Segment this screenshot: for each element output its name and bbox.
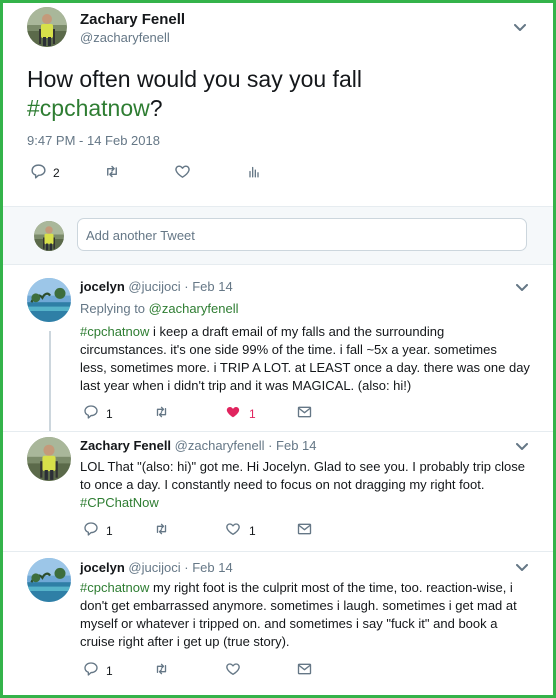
hashtag-link[interactable]: #CPChatNow: [80, 495, 159, 510]
replying-to-handle[interactable]: @zacharyfenell: [149, 301, 239, 316]
reply-author-name[interactable]: Zachary Fenell: [80, 438, 171, 453]
reply-icon[interactable]: [83, 521, 99, 537]
direct-message-icon[interactable]: [296, 404, 313, 420]
add-tweet-placeholder: Add another Tweet: [86, 228, 195, 243]
heart-icon[interactable]: [225, 521, 241, 537]
reply-author-handle[interactable]: @jucijoci: [128, 560, 180, 575]
reply-divider: [3, 431, 553, 432]
reply-text-line: my right foot is the culprit most of the…: [149, 580, 513, 595]
tweet-timestamp[interactable]: 9:47 PM - 14 Feb 2018: [27, 133, 160, 148]
direct-message-icon[interactable]: [296, 521, 313, 537]
reply-divider: [3, 551, 553, 552]
reply-count: 2: [53, 166, 60, 180]
avatar-image: [27, 278, 71, 322]
reply-text-line: i keep a draft email of my falls and the…: [149, 324, 445, 339]
author-handle[interactable]: @zacharyfenell: [80, 30, 170, 45]
reply-author-name[interactable]: jocelyn: [80, 560, 125, 575]
reply-author-handle[interactable]: @zacharyfenell: [175, 438, 265, 453]
reply-icon[interactable]: [83, 661, 99, 677]
reply-text-line: myself or whatever i tripped on. and som…: [80, 616, 498, 631]
reply-text: #cpchatnow i keep a draft email of my fa…: [80, 323, 540, 395]
reply-text-line: to once a day. I constantly need to focu…: [80, 477, 485, 492]
replying-to-label: Replying to: [80, 301, 146, 316]
chevron-down-icon[interactable]: [516, 284, 528, 292]
tweet-text-suffix: ?: [149, 95, 163, 121]
reply-text: #cpchatnow my right foot is the culprit …: [80, 579, 550, 651]
reply-author-name[interactable]: jocelyn: [80, 279, 125, 294]
reply-date[interactable]: · Feb 14: [268, 438, 316, 453]
reply-icon[interactable]: [83, 404, 99, 420]
heart-icon[interactable]: [174, 163, 191, 180]
avatar-image: [34, 221, 64, 251]
reply-count: 1: [106, 524, 113, 538]
reply-icon[interactable]: [30, 163, 47, 180]
avatar-image: [27, 437, 71, 481]
reply-header: jocelyn @jucijoci · Feb 14: [80, 279, 233, 294]
composer-avatar: [34, 221, 64, 251]
reply-date[interactable]: · Feb 14: [184, 279, 232, 294]
reply-date[interactable]: · Feb 14: [184, 560, 232, 575]
author-avatar[interactable]: [27, 7, 67, 47]
like-count: 1: [249, 524, 256, 538]
reply-header: Zachary Fenell @zacharyfenell · Feb 14: [80, 438, 317, 453]
avatar-image: [27, 7, 67, 47]
thread-connector-line: [49, 331, 51, 431]
reply-text-line: less, sometimes more. i TRIP A LOT. at L…: [80, 360, 530, 375]
reply-text-line: don't get embarrassed anymore. sometimes…: [80, 598, 517, 613]
reply-text-line: LOL That "(also: hi)" got me. Hi Jocelyn…: [80, 459, 525, 474]
reply-count: 1: [106, 407, 113, 421]
tweet-text-prefix: How often would you say you fall: [27, 66, 362, 92]
add-tweet-input[interactable]: Add another Tweet: [77, 218, 527, 251]
chevron-down-icon[interactable]: [516, 443, 528, 451]
heart-icon[interactable]: [225, 661, 241, 677]
reply-count: 1: [106, 664, 113, 678]
reply-avatar[interactable]: [27, 558, 71, 602]
reply-text-line: cruise right after i get up (true story)…: [80, 634, 290, 649]
analytics-icon[interactable]: [246, 163, 262, 180]
hashtag-link[interactable]: #cpchatnow: [80, 324, 149, 339]
direct-message-icon[interactable]: [296, 661, 313, 677]
chevron-down-icon[interactable]: [514, 24, 526, 32]
retweet-icon[interactable]: [153, 521, 170, 537]
reply-text-line: circumstances. it's one side 99% of the …: [80, 342, 497, 357]
reply-text: LOL That "(also: hi)" got me. Hi Jocelyn…: [80, 458, 550, 512]
reply-author-handle[interactable]: @jucijoci: [128, 279, 180, 294]
reply-header: jocelyn @jucijoci · Feb 14: [80, 560, 233, 575]
like-count: 1: [249, 407, 256, 421]
tweet-text: How often would you say you fall #cpchat…: [27, 65, 527, 123]
retweet-icon[interactable]: [153, 661, 170, 677]
replying-to: Replying to @zacharyfenell: [80, 301, 238, 316]
retweet-icon[interactable]: [103, 163, 121, 180]
hashtag-link[interactable]: #cpchatnow: [27, 95, 150, 121]
reply-text-line: last year when i didn't trip and it was …: [80, 378, 412, 393]
hashtag-link[interactable]: #cpchatnow: [80, 580, 149, 595]
author-name[interactable]: Zachary Fenell: [80, 11, 185, 28]
reply-avatar[interactable]: [27, 437, 71, 481]
retweet-icon[interactable]: [153, 404, 170, 420]
reply-avatar[interactable]: [27, 278, 71, 322]
avatar-image: [27, 558, 71, 602]
chevron-down-icon[interactable]: [516, 564, 528, 572]
heart-filled-icon[interactable]: [225, 404, 241, 420]
